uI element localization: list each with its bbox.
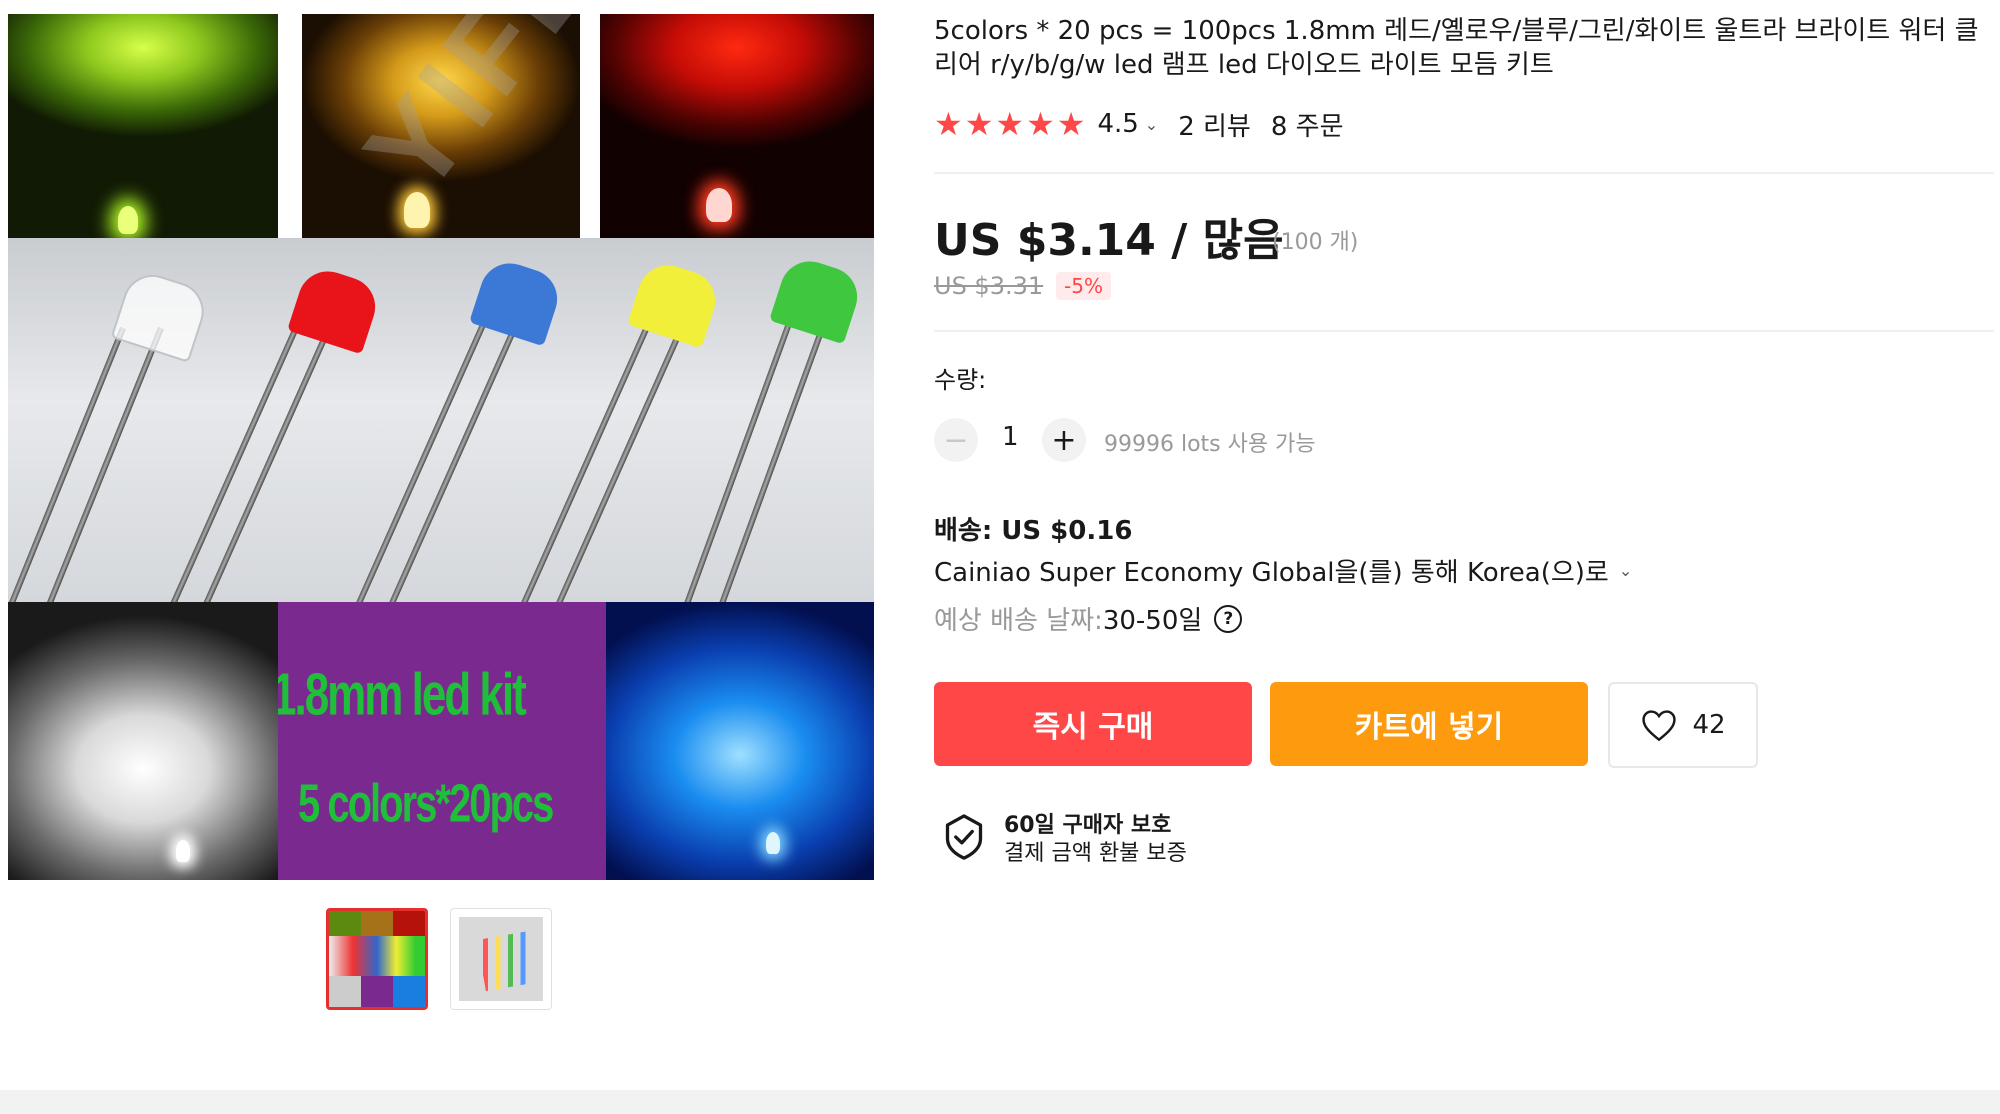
chevron-down-icon: ⌄ bbox=[1618, 561, 1633, 580]
red-led bbox=[287, 263, 383, 355]
discount-badge: -5% bbox=[1056, 272, 1111, 300]
buyer-protection: 60일 구매자 보호 결제 금액 환불 보증 bbox=[942, 812, 1187, 868]
star-icon: ★ bbox=[934, 105, 963, 143]
shield-check-icon bbox=[945, 814, 983, 860]
chevron-down-icon[interactable]: ⌄ bbox=[1145, 115, 1158, 134]
kit-count-label: 5 colors*20pcs bbox=[298, 774, 554, 834]
divider bbox=[934, 330, 1994, 332]
shipping-cost: 배송: US $0.16 bbox=[934, 516, 1133, 546]
minus-icon: − bbox=[943, 422, 969, 458]
order-count: 8 주문 bbox=[1270, 111, 1344, 142]
shipping-method-selector[interactable]: Cainiao Super Economy Global을(를) 통해 Kore… bbox=[934, 552, 1632, 589]
thumbnail-1-selected[interactable] bbox=[326, 908, 428, 1010]
plus-icon: + bbox=[1051, 422, 1077, 458]
shipping-method-label: Cainiao Super Economy Global을(를) 통해 Kore… bbox=[934, 558, 1609, 588]
product-main-image[interactable]: 1.8mm led kit 5 colors*20pcs YIFENG bbox=[8, 14, 874, 880]
review-count-link[interactable]: 2 리뷰 bbox=[1178, 106, 1251, 143]
blue-led bbox=[469, 255, 565, 347]
rating-row: ★ ★ ★ ★ ★ 4.5 ⌄ 2 리뷰 8 주문 bbox=[934, 104, 1344, 144]
original-price: US $3.31 bbox=[934, 272, 1044, 300]
rating-stars: ★ ★ ★ ★ ★ bbox=[934, 105, 1085, 143]
star-icon: ★ bbox=[1026, 105, 1055, 143]
eta-value: 30-50일 bbox=[1102, 606, 1203, 636]
add-to-cart-button[interactable]: 카트에 넣기 bbox=[1270, 682, 1588, 766]
divider bbox=[934, 172, 1994, 174]
blue-led-photo bbox=[606, 602, 874, 880]
kit-size-label: 1.8mm led kit bbox=[278, 662, 527, 729]
red-led-photo bbox=[600, 14, 874, 238]
price-unit: (100 개) bbox=[1272, 230, 1359, 255]
star-icon: ★ bbox=[964, 105, 994, 143]
product-title: 5colors * 20 pcs = 100pcs 1.8mm 레드/옐로우/블… bbox=[934, 16, 1979, 80]
kit-label-panel: 1.8mm led kit 5 colors*20pcs bbox=[278, 602, 606, 880]
available-stock: 99996 lots 사용 가능 bbox=[1104, 432, 1316, 457]
protection-title: 60일 구매자 보호 bbox=[1004, 813, 1172, 838]
page-footer-bar bbox=[0, 1090, 2000, 1114]
increase-quantity-button[interactable]: + bbox=[1042, 418, 1086, 462]
wishlist-count: 42 bbox=[1692, 710, 1726, 740]
buy-now-button[interactable]: 즉시 구매 bbox=[934, 682, 1252, 766]
green-led-photo bbox=[8, 14, 278, 238]
decrease-quantity-button[interactable]: − bbox=[934, 418, 978, 462]
star-icon: ★ bbox=[995, 105, 1025, 143]
thumbnail-2[interactable] bbox=[450, 908, 552, 1010]
protection-subtitle: 결제 금액 환불 보증 bbox=[1004, 841, 1187, 866]
clear-led bbox=[110, 267, 212, 363]
quantity-label: 수량: bbox=[934, 366, 987, 394]
rating-value[interactable]: 4.5 bbox=[1097, 109, 1138, 139]
five-led-lineup-photo bbox=[8, 238, 874, 602]
current-price: US $3.14 / 많음 bbox=[934, 215, 1284, 266]
eta-label: 예상 배송 날짜: bbox=[934, 606, 1103, 636]
help-icon[interactable]: ? bbox=[1214, 604, 1243, 633]
quantity-value[interactable]: 1 bbox=[1002, 422, 1019, 452]
heart-icon bbox=[1642, 710, 1677, 742]
estimated-delivery: 예상 배송 날짜: 30-50일 ? bbox=[934, 600, 1243, 637]
star-icon: ★ bbox=[1056, 105, 1086, 143]
wishlist-button[interactable]: 42 bbox=[1608, 682, 1758, 768]
white-led-photo bbox=[8, 602, 278, 880]
